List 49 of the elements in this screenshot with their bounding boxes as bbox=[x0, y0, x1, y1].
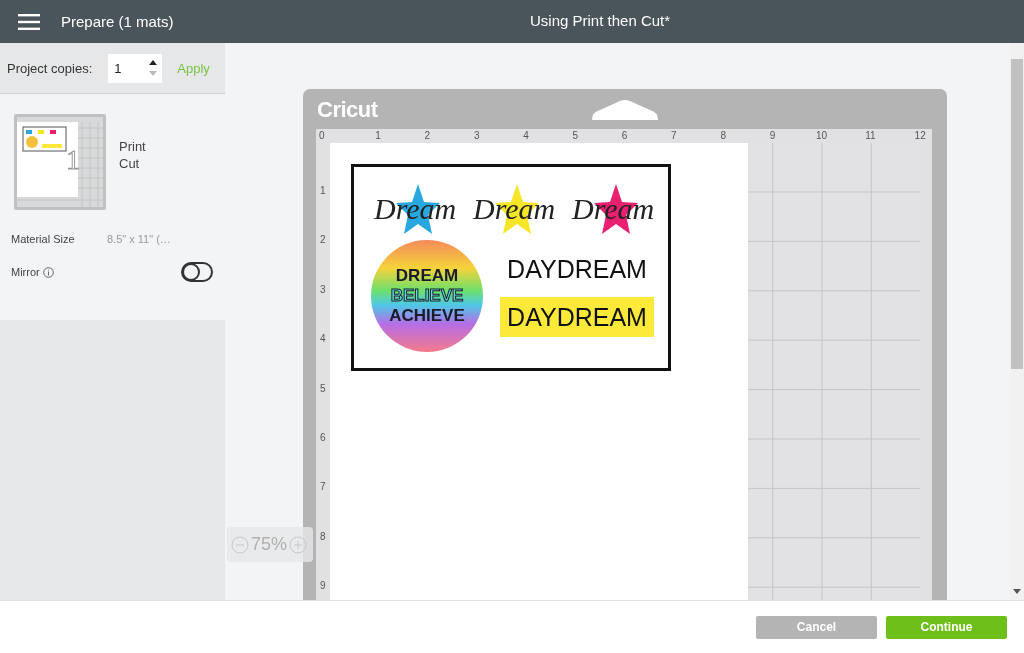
info-icon[interactable] bbox=[42, 266, 54, 278]
ruler-number: 6 bbox=[621, 130, 628, 141]
ruler-number: 7 bbox=[320, 481, 326, 493]
mat-notch-icon bbox=[590, 98, 660, 122]
ruler-number: 2 bbox=[320, 234, 326, 246]
mat-thumbnail[interactable]: 1 bbox=[14, 114, 106, 210]
badge-text: BELIEVE bbox=[390, 286, 464, 306]
mat-mode: Print bbox=[119, 139, 146, 154]
design-word: DAYDREAM bbox=[500, 297, 654, 337]
zoom-level: 75% bbox=[251, 534, 288, 555]
continue-button[interactable]: Continue bbox=[886, 615, 1007, 639]
ruler-number: 9 bbox=[769, 130, 776, 141]
cancel-button[interactable]: Cancel bbox=[756, 615, 877, 639]
apply-link[interactable]: Apply bbox=[177, 60, 210, 76]
mat-mode: Cut bbox=[119, 156, 141, 171]
ruler-number: 8 bbox=[720, 130, 726, 141]
mat-number: 1 bbox=[66, 144, 80, 176]
ruler-number: 1 bbox=[375, 130, 381, 141]
screen-title: Prepare (1 mats) bbox=[61, 13, 174, 30]
ruler-number: 5 bbox=[320, 382, 326, 394]
ruler-number: 11 bbox=[865, 130, 876, 141]
ruler-number: 0 bbox=[319, 130, 325, 141]
badge-text: ACHIEVE bbox=[389, 306, 465, 326]
ruler-number: 8 bbox=[320, 530, 326, 542]
mirror-toggle[interactable] bbox=[181, 262, 213, 282]
scroll-down-icon[interactable] bbox=[1013, 589, 1021, 594]
design-word: DAYDREAM bbox=[506, 253, 648, 285]
ruler-number: 9 bbox=[320, 580, 326, 592]
menu-icon[interactable] bbox=[18, 13, 40, 30]
copies-field[interactable]: 1 bbox=[108, 53, 163, 83]
copies-label: Project copies: bbox=[7, 60, 93, 76]
ruler-number: 6 bbox=[320, 432, 326, 443]
mirror-label: Mirror bbox=[11, 266, 40, 278]
badge-text: DREAM bbox=[395, 266, 459, 286]
material-size-label: Material Size bbox=[11, 233, 76, 245]
ruler-number: 3 bbox=[320, 283, 326, 295]
ruler-number: 1 bbox=[320, 185, 326, 196]
project-title: Using Print then Cut* bbox=[530, 12, 671, 29]
ruler-number: 12 bbox=[914, 130, 926, 141]
ruler-number: 7 bbox=[671, 130, 677, 141]
spinner-icon[interactable] bbox=[148, 58, 159, 78]
ruler-number: 4 bbox=[523, 130, 529, 141]
ruler-number: 2 bbox=[424, 130, 431, 141]
ruler-number: 5 bbox=[572, 130, 579, 141]
ruler-number: 4 bbox=[320, 333, 326, 345]
ruler-number: 3 bbox=[473, 130, 480, 141]
mat-logo: Cricut bbox=[317, 97, 378, 123]
scrollbar-thumb[interactable] bbox=[1011, 59, 1023, 369]
ruler-number: 10 bbox=[816, 130, 828, 141]
